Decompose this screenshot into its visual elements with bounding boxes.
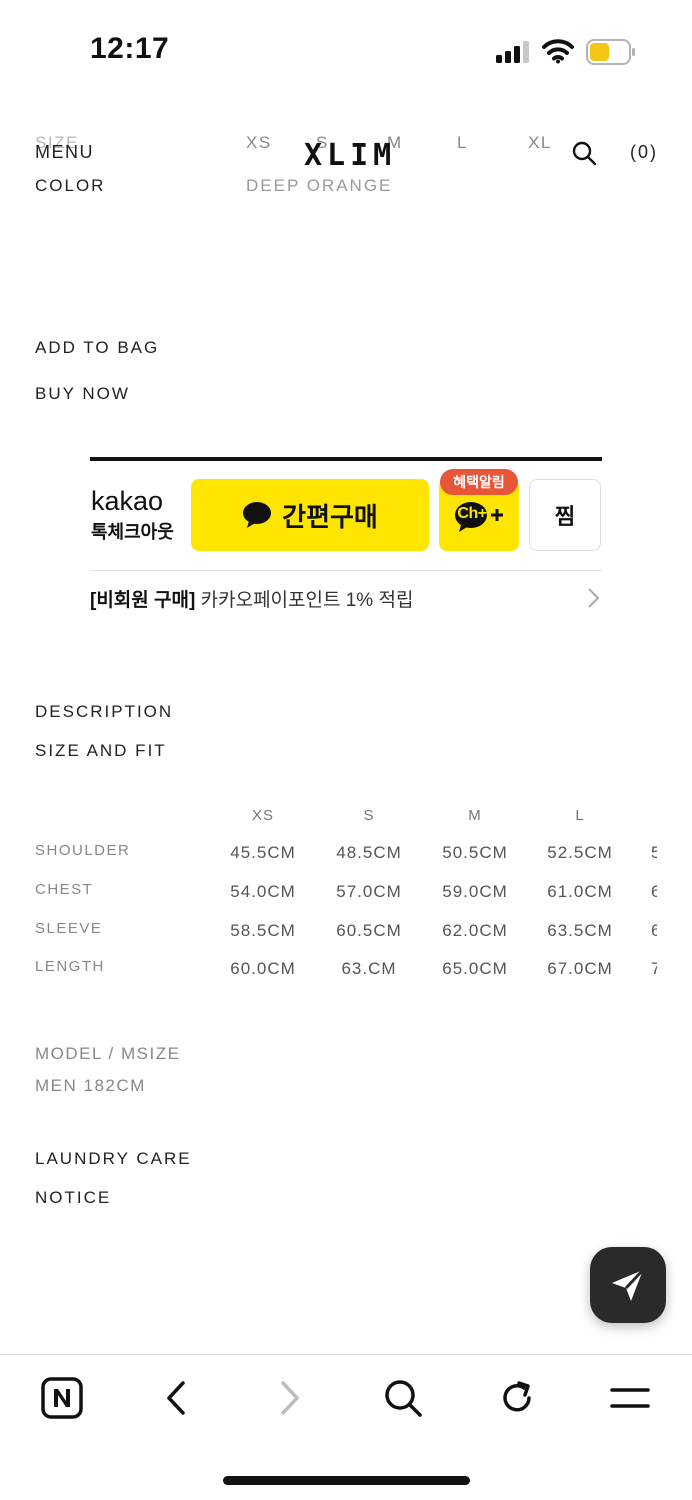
kakao-buy-label: 간편구매 [282,501,378,532]
table-cell: 61.0CM [547,882,613,901]
menu-button[interactable]: MENU [35,142,94,163]
notice-tab[interactable]: NOTICE [35,1188,111,1208]
table-cell: 52.5CM [547,843,613,862]
table-cell: 63.5CM [547,921,613,940]
cart-count[interactable]: (0) [630,142,658,163]
table-cell: 6 [651,921,657,940]
table-cell: 6 [651,882,657,901]
add-to-bag-button[interactable]: ADD TO BAG [35,338,159,358]
table-cell: 57.0CM [336,882,402,901]
forward-icon[interactable] [268,1376,312,1420]
table-cell: 50.5CM [442,843,508,862]
status-time: 12:17 [90,32,170,65]
model-label: MODEL / MSIZE [35,1044,181,1063]
size-option-l[interactable]: L [457,133,468,153]
size-option-xl[interactable]: XL [528,133,552,153]
home-indicator [223,1476,470,1485]
color-label: COLOR [35,176,106,195]
table-cell: 59.0CM [442,882,508,901]
laundry-care-tab[interactable]: LAUNDRY CARE [35,1149,192,1169]
row-label: LENGTH [35,958,105,975]
kakao-checkout-label: 톡체크아웃 [91,522,174,542]
model-value: MEN 182CM [35,1076,146,1095]
size-and-fit-tab[interactable]: SIZE AND FIT [35,741,167,761]
kakao-divider [90,457,602,461]
speech-bubble-icon [243,502,272,528]
table-cell: 58.5CM [230,921,296,940]
wishlist-button[interactable]: 찜 [529,479,601,551]
menu-icon[interactable] [608,1376,652,1420]
kakao-promo[interactable]: [비회원 구매] 카카오페이포인트 1% 적립 [90,585,413,612]
table-cell: 45.5CM [230,843,296,862]
channel-label: Ch+ [457,505,487,522]
back-icon[interactable] [154,1376,198,1420]
size-option-xs[interactable]: XS [246,133,272,153]
brand-logo[interactable]: XLIM [304,138,396,173]
search-icon[interactable] [571,140,597,166]
battery-icon [586,39,635,65]
search-icon[interactable] [381,1376,425,1420]
chevron-right-icon[interactable] [585,586,601,610]
kakao-logo: kakao [91,486,164,516]
benefit-alert-badge: 혜택알림 [440,469,518,495]
promo-bold: [비회원 구매] [90,590,196,611]
row-label: CHEST [35,881,94,898]
table-cell: 48.5CM [336,843,402,862]
row-label: SLEEVE [35,920,103,937]
table-cell: 7 [651,959,657,978]
cellular-signal-icon [496,41,529,63]
table-cell: 5 [651,843,657,862]
table-cell: 67.0CM [547,959,613,978]
promo-text: 카카오페이포인트 1% 적립 [195,590,414,611]
table-header: M [468,807,482,824]
color-option-deep-orange[interactable]: DEEP ORANGE [246,176,392,196]
wifi-icon [542,39,574,64]
kakao-buy-button[interactable]: 간편구매 [191,479,429,551]
table-header: XS [251,807,274,824]
refresh-icon[interactable] [495,1376,539,1420]
naver-home-icon[interactable] [40,1376,84,1420]
toolbar-divider [0,1354,692,1355]
table-cell: 60.5CM [336,921,402,940]
table-cell: 65.0CM [442,959,508,978]
floating-share-button[interactable] [590,1247,666,1323]
table-cell: 54.0CM [230,882,296,901]
buy-now-button[interactable]: BUY NOW [35,384,130,404]
table-cell: 63.CM [341,959,397,978]
table-header: L [575,807,585,824]
description-tab[interactable]: DESCRIPTION [35,702,173,722]
row-label: SHOULDER [35,842,131,859]
table-header: S [363,807,375,824]
table-cell: 62.0CM [442,921,508,940]
kakao-separator [90,570,602,571]
table-cell: 60.0CM [230,959,296,978]
paper-plane-icon [612,1268,645,1301]
